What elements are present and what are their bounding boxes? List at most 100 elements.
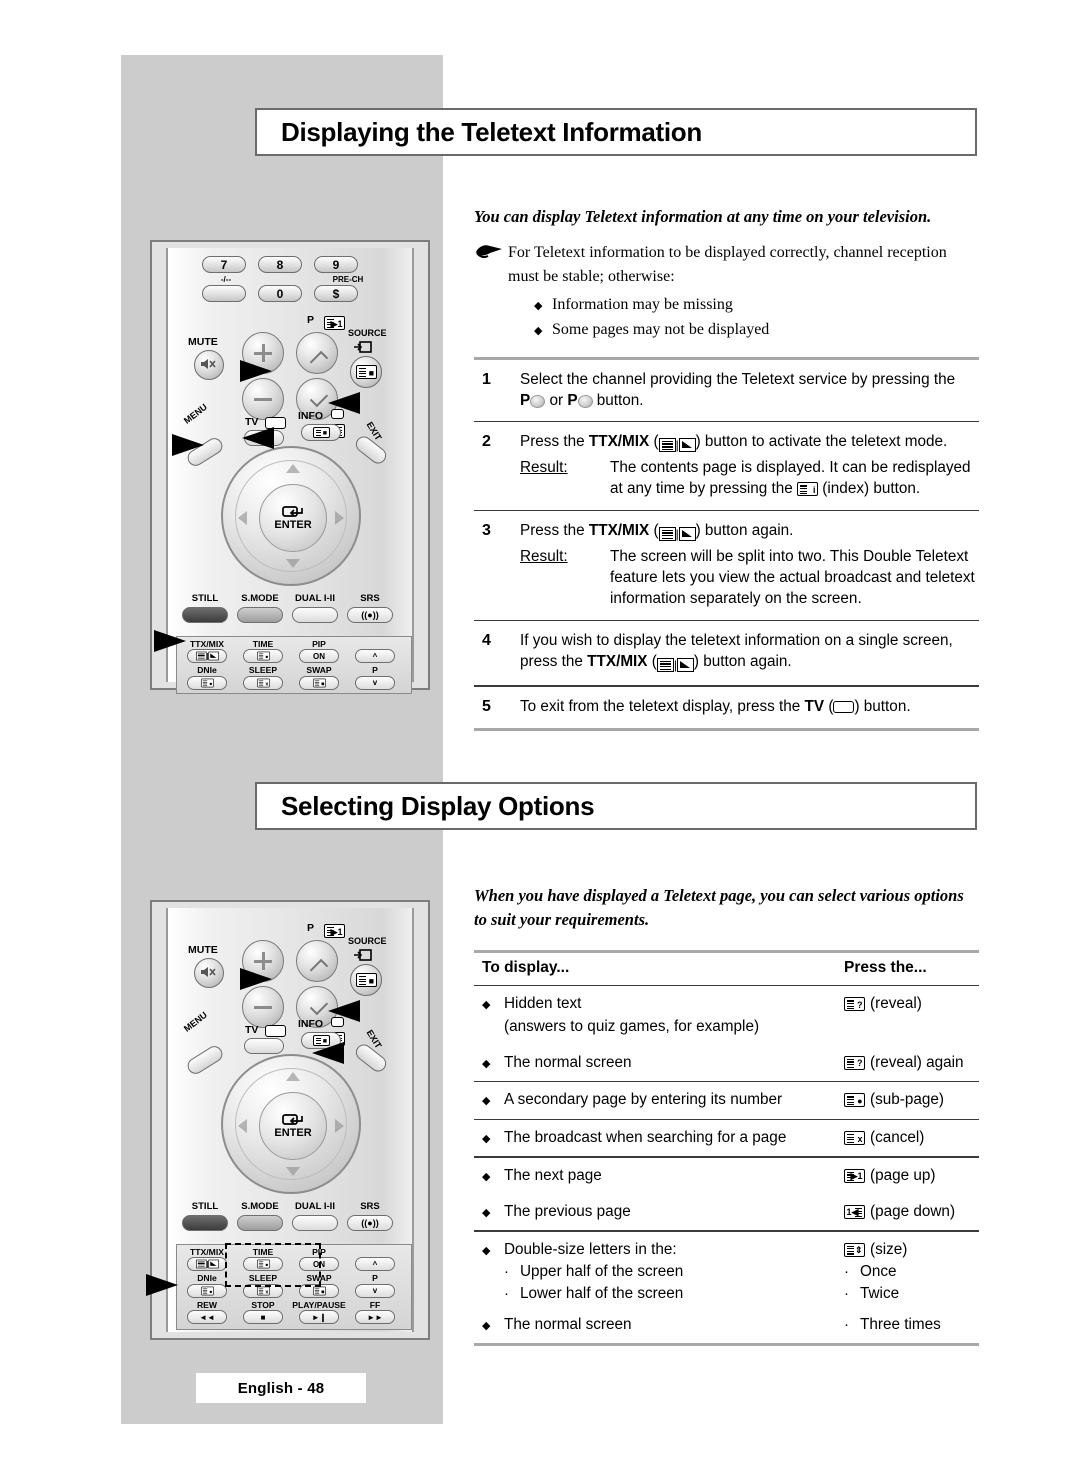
time-label: TIME xyxy=(252,639,274,649)
time-icon: ● xyxy=(256,652,270,661)
dual-button[interactable] xyxy=(292,607,338,623)
rew-button[interactable]: ◄◄ xyxy=(187,1310,227,1325)
press-label: (sub-page) xyxy=(870,1091,944,1109)
exit-button[interactable] xyxy=(352,1041,390,1075)
option-label: The next page xyxy=(504,1166,602,1184)
ff-button[interactable]: ►► xyxy=(355,1310,395,1325)
pip-label: PIP xyxy=(312,639,326,649)
still-label: STILL xyxy=(191,593,219,604)
step-row: 4 If you wish to display the teletext in… xyxy=(474,621,979,685)
navigation-ring[interactable]: ENTER xyxy=(221,1054,361,1194)
nav-up-icon[interactable] xyxy=(286,1072,300,1081)
numkey-0[interactable]: 0 xyxy=(258,285,302,302)
numkey-prech[interactable]: $ xyxy=(314,285,358,302)
nav-right-icon[interactable] xyxy=(335,1119,344,1133)
nav-right-icon[interactable] xyxy=(335,511,344,525)
channel-up-pad-button[interactable]: ^ xyxy=(355,1257,395,1272)
swap-icon: ■ xyxy=(312,1286,326,1296)
press-label: (cancel) xyxy=(870,1129,925,1147)
enter-arrow-icon xyxy=(282,1114,303,1125)
diamond-bullet-icon: ◆ xyxy=(482,1320,491,1333)
ttxmix-button-group: TTX/MIX | xyxy=(183,639,231,664)
playpause-button[interactable]: ►❙ xyxy=(299,1310,339,1325)
step-text: To exit from the teletext display, press… xyxy=(520,697,911,715)
time-button[interactable]: ● xyxy=(243,649,283,664)
callout-arrow-channel-down-icon xyxy=(328,392,360,414)
teletext-button-pad: TTX/MIX | TIME ● PIP ON ^ DNIe ● SLEEP x… xyxy=(176,636,412,694)
dnie-button-group: DNIe ● xyxy=(183,1273,231,1298)
nav-down-icon[interactable] xyxy=(286,1167,300,1176)
tv-label: TV xyxy=(245,1024,259,1036)
smode-button[interactable] xyxy=(237,1215,283,1231)
section-2-intro: When you have displayed a Teletext page,… xyxy=(474,886,964,929)
dnie-button[interactable]: ● xyxy=(187,1283,227,1298)
rew-button-group: REW ◄◄ xyxy=(183,1299,231,1325)
step-row: 2 Press the TTX/MIX (|) button to activa… xyxy=(474,422,979,509)
mute-button[interactable] xyxy=(194,958,224,988)
info-button[interactable]: ■ xyxy=(301,424,341,441)
nav-up-icon[interactable] xyxy=(286,464,300,473)
navigation-ring[interactable]: ENTER xyxy=(221,446,361,586)
option-label: The normal screen xyxy=(504,1053,632,1071)
ttxmix-button[interactable]: | xyxy=(187,1257,227,1272)
swap-button[interactable]: ■ xyxy=(299,675,339,690)
enter-button[interactable]: ENTER xyxy=(259,1092,327,1160)
srs-button[interactable]: ((●)) xyxy=(347,607,393,623)
nav-down-icon[interactable] xyxy=(286,559,300,568)
swap-icon: ■ xyxy=(312,678,326,688)
dot-bullet-icon: · xyxy=(504,1284,509,1302)
srs-button[interactable]: ((●)) xyxy=(347,1215,393,1231)
nav-left-icon[interactable] xyxy=(238,511,247,525)
tv-button[interactable] xyxy=(244,1038,284,1054)
channel-up-button[interactable] xyxy=(296,940,338,982)
page-footer: English - 48 xyxy=(196,1373,366,1403)
keycap-prech: PRE-CH xyxy=(332,275,364,284)
option-sublabel: Lower half of the screen xyxy=(520,1284,684,1302)
source-button[interactable]: ■ xyxy=(350,964,382,996)
smode-button[interactable] xyxy=(237,607,283,623)
press-label: (page down) xyxy=(870,1202,956,1220)
stop-button[interactable]: ■ xyxy=(243,1310,283,1325)
channel-up-button[interactable] xyxy=(296,332,338,374)
callout-arrow-tv-icon xyxy=(242,427,274,449)
result-text: The contents page is displayed. It can b… xyxy=(610,459,971,498)
mute-button[interactable] xyxy=(194,350,224,380)
rew-label: REW xyxy=(196,1299,218,1310)
callout-arrow-info-icon xyxy=(312,1042,344,1064)
option-label: Hidden text xyxy=(504,995,582,1013)
pip-on-button[interactable]: ON xyxy=(299,649,339,664)
volume-down-button[interactable] xyxy=(242,986,284,1028)
volume-down-button[interactable] xyxy=(242,378,284,420)
section-1-content: You can display Teletext information at … xyxy=(474,205,979,731)
page-down-icon: 1◀ xyxy=(844,1204,865,1219)
numkey-8[interactable]: 8 xyxy=(258,256,302,273)
table-row: ◆ The previous page 1◀ (page down) xyxy=(474,1194,979,1230)
tv-icon xyxy=(833,700,855,713)
exit-button[interactable] xyxy=(352,433,390,467)
dnie-button[interactable]: ● xyxy=(187,675,227,690)
sleep-button[interactable]: x xyxy=(243,675,283,690)
diamond-bullet-icon: ◆ xyxy=(482,1095,491,1108)
source-button[interactable]: ■ xyxy=(350,356,382,388)
ttx-mix-icon: | xyxy=(656,654,694,675)
channel-down-pad-button[interactable]: v xyxy=(355,675,395,690)
result-label: Result: xyxy=(520,459,568,477)
still-button[interactable] xyxy=(182,1215,228,1231)
reveal-icon: ? xyxy=(844,997,865,1012)
numkey-7[interactable]: 7 xyxy=(202,256,246,273)
dual-button[interactable] xyxy=(292,1215,338,1231)
callout-arrow-channel-down-icon xyxy=(328,1000,360,1022)
diamond-bullet-icon: ◆ xyxy=(482,1133,491,1146)
channel-up-pad-group: ^ xyxy=(351,640,399,664)
ttxmix-button[interactable]: | xyxy=(187,649,227,664)
numkey-blank[interactable] xyxy=(202,285,246,302)
callout-arrow-channel-up-icon xyxy=(240,968,272,990)
channel-down-pad-button[interactable]: v xyxy=(355,1283,395,1298)
numkey-9[interactable]: 9 xyxy=(314,256,358,273)
channel-up-pad-button[interactable]: ^ xyxy=(355,649,395,664)
menu-button[interactable] xyxy=(184,1043,226,1077)
mute-label: MUTE xyxy=(188,336,218,348)
still-button[interactable] xyxy=(182,607,228,623)
nav-left-icon[interactable] xyxy=(238,1119,247,1133)
enter-button[interactable]: ENTER xyxy=(259,484,327,552)
